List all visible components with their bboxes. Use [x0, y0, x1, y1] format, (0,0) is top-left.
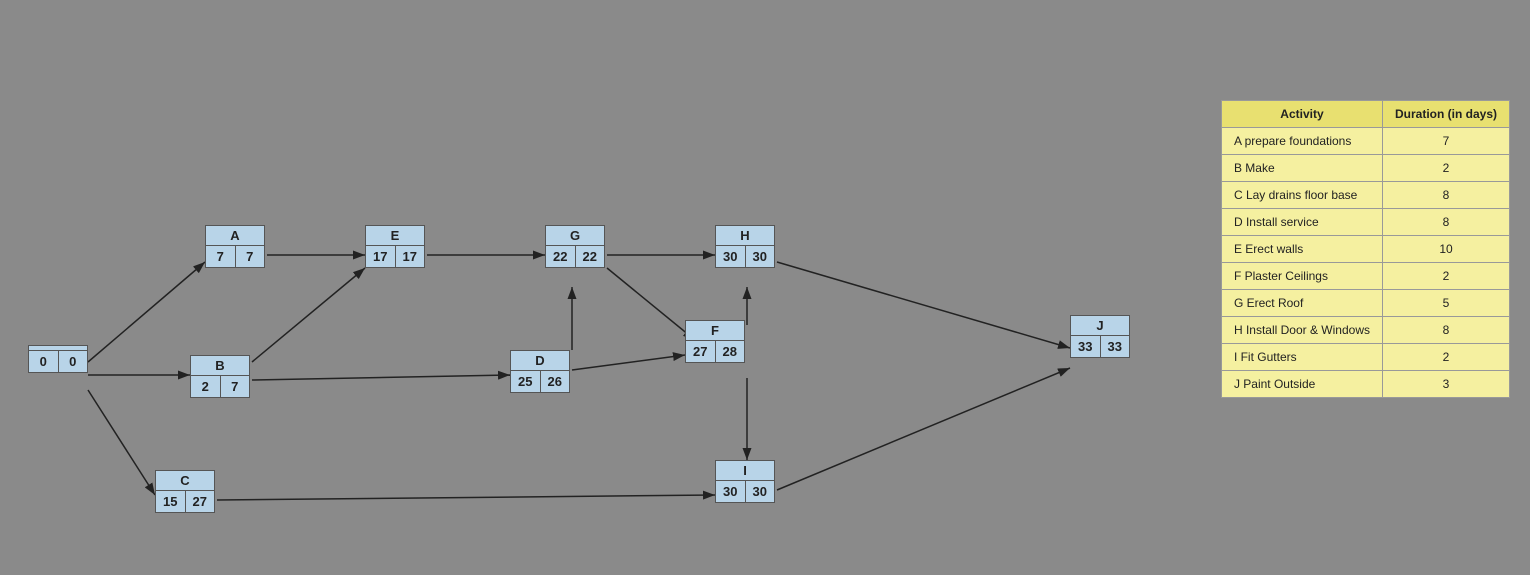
- node-I: I3030: [715, 460, 775, 503]
- node-F: F2728: [685, 320, 745, 363]
- table-row: G Erect Roof5: [1221, 290, 1509, 317]
- activity-name: D Install service: [1221, 209, 1382, 236]
- activity-duration: 5: [1382, 290, 1509, 317]
- activity-duration: 7: [1382, 128, 1509, 155]
- activity-name: E Erect walls: [1221, 236, 1382, 263]
- table-row: H Install Door & Windows8: [1221, 317, 1509, 344]
- activity-name: F Plaster Ceilings: [1221, 263, 1382, 290]
- table-row: B Make2: [1221, 155, 1509, 182]
- activity-name: J Paint Outside: [1221, 371, 1382, 398]
- col-duration: Duration (in days): [1382, 101, 1509, 128]
- table-row: I Fit Gutters2: [1221, 344, 1509, 371]
- activity-name: C Lay drains floor base: [1221, 182, 1382, 209]
- activity-name: B Make: [1221, 155, 1382, 182]
- table-row: C Lay drains floor base8: [1221, 182, 1509, 209]
- node-start: 00: [28, 345, 88, 373]
- activity-duration: 8: [1382, 317, 1509, 344]
- activity-duration: 2: [1382, 263, 1509, 290]
- node-E: E1717: [365, 225, 425, 268]
- table-row: J Paint Outside3: [1221, 371, 1509, 398]
- node-C: C1527: [155, 470, 215, 513]
- activity-duration: 10: [1382, 236, 1509, 263]
- activity-name: G Erect Roof: [1221, 290, 1382, 317]
- node-G: G2222: [545, 225, 605, 268]
- activity-duration: 2: [1382, 155, 1509, 182]
- activity-name: H Install Door & Windows: [1221, 317, 1382, 344]
- table-row: F Plaster Ceilings2: [1221, 263, 1509, 290]
- table-row: D Install service8: [1221, 209, 1509, 236]
- activity-name: I Fit Gutters: [1221, 344, 1382, 371]
- table-row: A prepare foundations7: [1221, 128, 1509, 155]
- activity-duration: 8: [1382, 209, 1509, 236]
- activity-duration: 8: [1382, 182, 1509, 209]
- col-activity: Activity: [1221, 101, 1382, 128]
- node-J: J3333: [1070, 315, 1130, 358]
- node-H: H3030: [715, 225, 775, 268]
- activity-duration: 3: [1382, 371, 1509, 398]
- activity-table: Activity Duration (in days) A prepare fo…: [1221, 100, 1510, 398]
- node-B: B27: [190, 355, 250, 398]
- table-row: E Erect walls10: [1221, 236, 1509, 263]
- node-A: A77: [205, 225, 265, 268]
- activity-name: A prepare foundations: [1221, 128, 1382, 155]
- node-D: D2526: [510, 350, 570, 393]
- activity-duration: 2: [1382, 344, 1509, 371]
